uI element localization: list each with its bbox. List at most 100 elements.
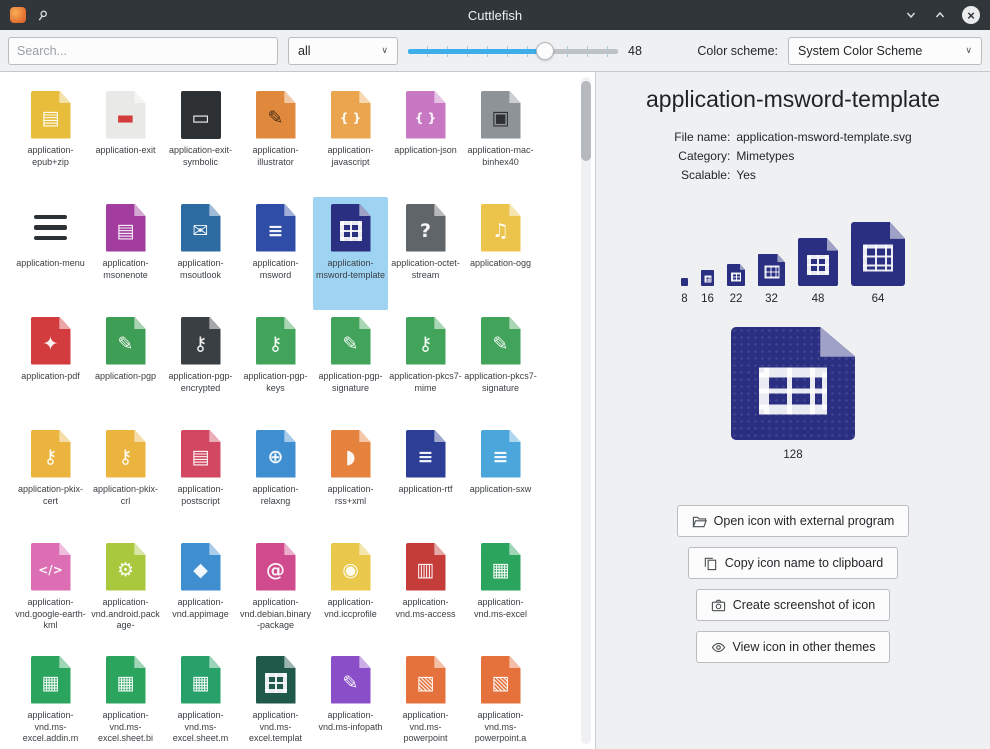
icon-grid-item[interactable]: ◗application-rss+xml bbox=[313, 423, 388, 536]
application-vnd.ms-powerpoint-icon: ▧ bbox=[406, 652, 446, 707]
field-label: File name: bbox=[674, 130, 730, 144]
icon-grid-item[interactable]: ◉application-vnd.iccprofile bbox=[313, 536, 388, 649]
doc-icon: ✎ bbox=[481, 317, 521, 365]
icon-grid-item[interactable]: { }application-javascript bbox=[313, 84, 388, 197]
doc-icon: ✦ bbox=[31, 317, 71, 365]
toolbar: all ∨ 48 Color scheme: System Color Sche… bbox=[0, 30, 990, 72]
icon-grid-label: application-vnd.ms-access bbox=[389, 597, 462, 620]
icon-grid-item[interactable]: </>application-vnd.google-earth-kml bbox=[13, 536, 88, 649]
application-ogg-icon: ♫ bbox=[481, 200, 521, 255]
icon-grid-item[interactable]: ▬application-exit bbox=[88, 84, 163, 197]
icon-grid-item[interactable]: ◆application-vnd.appimage bbox=[163, 536, 238, 649]
icon-grid-item[interactable]: ▤application-epub+zip bbox=[13, 84, 88, 197]
icon-grid-item[interactable]: ✎application-vnd.ms-infopath bbox=[313, 649, 388, 749]
icon-grid-item[interactable]: ▧application-vnd.ms-powerpoint.a bbox=[463, 649, 538, 749]
doc-icon: { } bbox=[331, 91, 371, 139]
icon-grid-item[interactable]: ✎application-pgp bbox=[88, 310, 163, 423]
pin-icon[interactable] bbox=[33, 6, 51, 24]
icon-grid-label: application-menu bbox=[16, 258, 85, 270]
size-preview-22: 22 bbox=[727, 264, 745, 305]
icon-grid-label: application-msword bbox=[239, 258, 312, 281]
icon-grid-item[interactable]: ⚷application-pkix-crl bbox=[88, 423, 163, 536]
icon-grid-label: application-pkcs7-mime bbox=[389, 371, 462, 394]
icon-grid-item[interactable]: ▦application-vnd.ms-excel bbox=[463, 536, 538, 649]
doc-icon: ⚷ bbox=[181, 317, 221, 365]
icon-grid-label: application-vnd.ms-powerpoint bbox=[389, 710, 462, 745]
icon-grid-item[interactable]: ▭application-exit-symbolic bbox=[163, 84, 238, 197]
doc-icon: ⚷ bbox=[106, 430, 146, 478]
application-msonenote-icon: ▤ bbox=[106, 200, 146, 255]
icon-grid-item[interactable]: ▣application-mac-binhex40 bbox=[463, 84, 538, 197]
category-filter-dropdown[interactable]: all ∨ bbox=[288, 37, 398, 65]
application-octet-stream-icon: ? bbox=[406, 200, 446, 255]
icon-grid-item[interactable]: ▦application-vnd.ms-excel.addin.m bbox=[13, 649, 88, 749]
icon-grid-label: application-relaxng bbox=[239, 484, 312, 507]
close-button[interactable]: × bbox=[962, 6, 980, 24]
icon-grid-item[interactable]: application-vnd.ms-excel.templat bbox=[238, 649, 313, 749]
chevron-up-icon[interactable] bbox=[933, 8, 947, 22]
application-epub+zip-icon: ▤ bbox=[31, 87, 71, 142]
icon-grid-item[interactable]: ≡application-rtf bbox=[388, 423, 463, 536]
application-pkcs7-signature-icon: ✎ bbox=[481, 313, 521, 368]
icon-grid-item[interactable]: ▤application-msonenote bbox=[88, 197, 163, 310]
scrollbar-thumb[interactable] bbox=[581, 81, 591, 161]
slider-handle[interactable] bbox=[536, 42, 554, 60]
color-scheme-dropdown[interactable]: System Color Scheme ∨ bbox=[788, 37, 982, 65]
copy-icon bbox=[703, 556, 718, 571]
icon-grid-item[interactable]: ?application-octet-stream bbox=[388, 197, 463, 310]
chevron-down-icon[interactable] bbox=[904, 8, 918, 22]
icon-grid-item[interactable]: ⚷application-pkix-cert bbox=[13, 423, 88, 536]
icon-grid-item[interactable]: ✎application-illustrator bbox=[238, 84, 313, 197]
icon-grid-item[interactable]: ⚷application-pkcs7-mime bbox=[388, 310, 463, 423]
doc-icon: ▦ bbox=[106, 656, 146, 704]
application-pgp-encrypted-icon: ⚷ bbox=[181, 313, 221, 368]
icon-grid-item[interactable]: @application-vnd.debian.binary-package bbox=[238, 536, 313, 649]
icon-grid-item[interactable]: ⊕application-relaxng bbox=[238, 423, 313, 536]
application-vnd.ms-access-icon: ▥ bbox=[406, 539, 446, 594]
application-vnd.google-earth-kml-icon: </> bbox=[31, 539, 71, 594]
icon-grid-label: application-mac-binhex40 bbox=[464, 145, 537, 168]
icon-grid-item[interactable]: ⚷application-pgp-keys bbox=[238, 310, 313, 423]
doc-icon: ◗ bbox=[331, 430, 371, 478]
icon-grid-item[interactable]: ♫application-ogg bbox=[463, 197, 538, 310]
icon-grid-label: application-pkix-cert bbox=[14, 484, 87, 507]
open-icon-with-external-program-button[interactable]: Open icon with external program bbox=[677, 505, 910, 537]
icon-grid-item[interactable]: ⚙application-vnd.android.package- bbox=[88, 536, 163, 649]
chevron-down-icon: ∨ bbox=[965, 45, 972, 56]
icon-grid-item[interactable]: ✎application-pkcs7-signature bbox=[463, 310, 538, 423]
icon-grid-label: application-pgp-keys bbox=[239, 371, 312, 394]
size-label: 16 bbox=[701, 293, 714, 305]
icon-grid-item[interactable]: ▥ application-vnd.ms-access bbox=[388, 536, 463, 649]
titlebar[interactable]: Cuttlefish × bbox=[0, 0, 990, 30]
icon-grid-item[interactable]: ▦application-vnd.ms-excel.sheet.m bbox=[163, 649, 238, 749]
doc-icon bbox=[681, 278, 688, 286]
application-pkix-crl-icon: ⚷ bbox=[106, 426, 146, 481]
create-screenshot-of-icon-button[interactable]: Create screenshot of icon bbox=[696, 589, 890, 621]
scrollbar[interactable] bbox=[581, 77, 591, 744]
icon-grid-item[interactable]: ▦application-vnd.ms-excel.sheet.bi bbox=[88, 649, 163, 749]
application-exit-symbolic-icon: ▭ bbox=[181, 87, 221, 142]
size-preview-16: 16 bbox=[701, 270, 714, 305]
application-pgp-signature-icon: ✎ bbox=[331, 313, 371, 368]
size-preview-8: 8 bbox=[681, 278, 688, 305]
copy-icon-name-to-clipboard-button[interactable]: Copy icon name to clipboard bbox=[688, 547, 898, 579]
search-input[interactable] bbox=[8, 37, 278, 65]
icon-grid-item[interactable]: ✉application-msoutlook bbox=[163, 197, 238, 310]
icon-grid-item[interactable]: ▧application-vnd.ms-powerpoint bbox=[388, 649, 463, 749]
icon-grid-label: application-vnd.ms-excel bbox=[464, 597, 537, 620]
icon-grid-item[interactable]: application-menu bbox=[13, 197, 88, 310]
slider-track[interactable] bbox=[408, 49, 618, 54]
icon-grid-item[interactable]: ⚷application-pgp-encrypted bbox=[163, 310, 238, 423]
view-icon-in-other-themes-button[interactable]: View icon in other themes bbox=[696, 631, 891, 663]
icon-size-slider[interactable] bbox=[408, 41, 618, 61]
icon-grid-item[interactable]: ≡application-sxw bbox=[463, 423, 538, 536]
doc-icon: @ bbox=[256, 543, 296, 591]
icon-grid-item[interactable]: ≡application-msword bbox=[238, 197, 313, 310]
folder-open-icon bbox=[692, 514, 707, 529]
icon-grid-item[interactable]: ▤application-postscript bbox=[163, 423, 238, 536]
icon-grid-item[interactable]: ✦application-pdf bbox=[13, 310, 88, 423]
doc-icon: ▧ bbox=[481, 656, 521, 704]
icon-grid-item[interactable]: application-msword-template bbox=[313, 197, 388, 310]
icon-grid-item[interactable]: { }application-json bbox=[388, 84, 463, 197]
icon-grid-item[interactable]: ✎application-pgp-signature bbox=[313, 310, 388, 423]
